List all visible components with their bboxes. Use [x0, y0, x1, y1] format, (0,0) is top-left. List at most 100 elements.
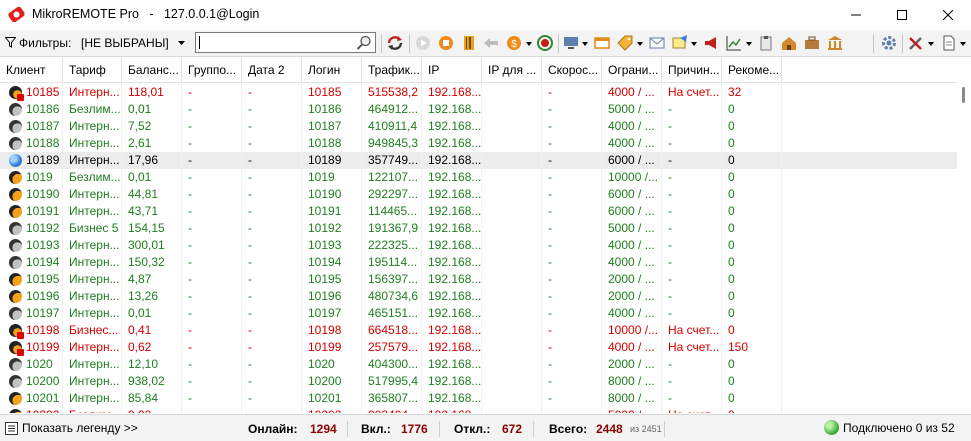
chart-icon[interactable] [725, 34, 743, 52]
table-row[interactable]: 10195 Интерн... 4,87- -10195 156397... 192.16… [0, 271, 957, 288]
table-row[interactable]: 10186 Безлим... 0,01- -10186 464912... 192.16… [0, 101, 957, 118]
back-icon[interactable] [482, 34, 500, 52]
cell-client: 10193 [0, 237, 63, 254]
column-header-ip[interactable]: IP [422, 57, 482, 83]
table-row[interactable]: 10187 Интерн... 7,52- -10187 410911,4 192.168… [0, 118, 957, 135]
cell-balance: 0,01 [122, 305, 182, 322]
clipboard-icon[interactable] [757, 34, 775, 52]
cell-ip: 192.168... [422, 339, 482, 356]
cell-login: 10198 [302, 322, 362, 339]
filter-label: Фильтры: [19, 36, 72, 50]
settings-icon[interactable] [880, 34, 898, 52]
cell-speed: - [542, 305, 602, 322]
chevron-down-icon[interactable] [691, 42, 697, 46]
cell-traffic: 465151... [362, 305, 422, 322]
column-header-speed[interactable]: Скорос... [542, 57, 602, 83]
cell-group: - [182, 390, 242, 407]
enabled-count: 1776 [401, 422, 428, 436]
column-header-limit[interactable]: Ограни... [602, 57, 662, 83]
column-header-tariff[interactable]: Тариф [63, 57, 122, 83]
refresh-icon[interactable] [386, 34, 404, 52]
scrollbar-thumb[interactable] [962, 87, 965, 103]
clients-table[interactable]: Клиент Тариф Баланс... Группо... Дата 2 Логин… [0, 57, 957, 413]
table-row[interactable]: 10201 Интерн... 85,84- -10201 365807... 192.1… [0, 390, 957, 407]
column-header-login[interactable]: Логин [302, 57, 362, 83]
column-header-reason[interactable]: Причин... [662, 57, 722, 83]
table-row[interactable]: 10191 Интерн... 43,71- -10191 114465... 192.1… [0, 203, 957, 220]
table-row[interactable]: 10194 Интерн... 150,32- -10194 195114... 192.… [0, 254, 957, 271]
bank-icon[interactable] [826, 34, 844, 52]
cell-recommended: 0 [722, 220, 782, 237]
table-row[interactable]: 10198 Бизнес... 0,41- -10198 664518... 192.16… [0, 322, 957, 339]
table-row[interactable]: 10189 Интерн... 17,96- -10189 357749... 192.1… [0, 152, 957, 169]
coin-icon[interactable]: $ [505, 34, 523, 52]
filter-select[interactable]: [НЕ ВЫБРАНЫ] [81, 36, 169, 50]
column-header-traffic[interactable]: Трафик... [362, 57, 422, 83]
table-row[interactable]: 10192 Бизнес 5 154,15- -10192 191367,9 192.16… [0, 220, 957, 237]
maximize-button[interactable] [879, 0, 925, 30]
table-row[interactable]: 10199 Интерн... 0,62- -10199 257579... 192.16… [0, 339, 957, 356]
chevron-down-icon[interactable] [582, 42, 588, 46]
cell-recommended: 0 [722, 203, 782, 220]
payment-icon[interactable] [536, 34, 554, 52]
window-icon[interactable] [593, 34, 611, 52]
chevron-down-icon[interactable] [526, 42, 532, 46]
cell-tariff: Интерн... [63, 305, 122, 322]
show-legend-link[interactable]: Показать легенду >> [22, 421, 138, 435]
cell-traffic: 114465... [362, 203, 422, 220]
cell-tariff: Интерн... [63, 271, 122, 288]
cell-balance: 118,01 [122, 84, 182, 101]
vertical-scrollbar[interactable] [957, 57, 971, 413]
mail-icon[interactable] [648, 34, 666, 52]
close-button[interactable] [925, 0, 971, 30]
column-header-client[interactable]: Клиент [0, 57, 63, 83]
table-row[interactable]: 10196 Интерн... 13,26- -10196 480734,6 192.16… [0, 288, 957, 305]
message-icon[interactable] [671, 34, 689, 52]
column-header-balance[interactable]: Баланс... [122, 57, 182, 83]
filter-icon[interactable] [5, 37, 16, 48]
cell-ip-for [482, 135, 542, 152]
cell-login: 10190 [302, 186, 362, 203]
column-header-ip-for[interactable]: IP для ... [482, 57, 542, 83]
column-header-group[interactable]: Группо... [182, 57, 242, 83]
chevron-down-icon[interactable] [637, 42, 643, 46]
document-icon[interactable] [940, 34, 958, 52]
chevron-down-icon[interactable] [178, 41, 185, 45]
table-row[interactable]: 1020 Интерн... 12,10- -1020 404300... 192.168… [0, 356, 957, 373]
briefcase-icon[interactable] [803, 34, 821, 52]
chevron-down-icon[interactable] [746, 42, 752, 46]
table-row[interactable]: 10188 Интерн... 2,61- -10188 949845,3 192.168… [0, 135, 957, 152]
search-icon[interactable] [356, 35, 372, 51]
tools-icon[interactable] [907, 34, 925, 52]
home-icon[interactable] [780, 34, 798, 52]
table-row[interactable]: 10200 Интерн... 938,02- -10200 517995,4 192.1… [0, 373, 957, 390]
play-icon[interactable] [414, 34, 432, 52]
legend-icon[interactable] [5, 422, 18, 435]
search-input[interactable] [195, 32, 376, 53]
cell-limit: 6000 / ... [602, 152, 662, 169]
cell-traffic: 222325... [362, 237, 422, 254]
disabled-count: 672 [502, 422, 523, 436]
barcode-icon[interactable] [460, 34, 478, 52]
monitor-icon[interactable] [562, 34, 580, 52]
table-row[interactable]: 10193 Интерн... 300,01- -10193 222325... 192.… [0, 237, 957, 254]
column-header-recommended[interactable]: Рекоме... [722, 57, 782, 83]
cell-limit: 8000 / ... [602, 373, 662, 390]
minimize-button[interactable] [833, 0, 879, 30]
stop-icon[interactable] [437, 34, 455, 52]
column-header-date2[interactable]: Дата 2 [242, 57, 302, 83]
table-row[interactable]: 10190 Интерн... 44,81- -10190 292297... 192.1… [0, 186, 957, 203]
chevron-down-icon[interactable] [960, 42, 966, 46]
cell-client: 10192 [0, 220, 63, 237]
tag-icon[interactable] [616, 34, 634, 52]
chevron-down-icon[interactable] [928, 42, 934, 46]
table-row[interactable]: 1019 Безлим... 0,01- -1019 122107... 192.168.… [0, 169, 957, 186]
table-row[interactable]: 10197 Интерн... 0,01- -10197 465151... 192.16… [0, 305, 957, 322]
cell-ip: 192.168... [422, 305, 482, 322]
cell-recommended: 0 [722, 118, 782, 135]
table-row[interactable]: 10202Безлим...0,03--10202202404...192.16… [0, 407, 957, 413]
cell-reason: - [662, 118, 722, 135]
megaphone-icon[interactable] [702, 34, 720, 52]
cell-limit: 2000 / ... [602, 288, 662, 305]
table-row[interactable]: 10185 Интерн... 118,01- -10185 515538,2 192.1… [0, 84, 957, 101]
